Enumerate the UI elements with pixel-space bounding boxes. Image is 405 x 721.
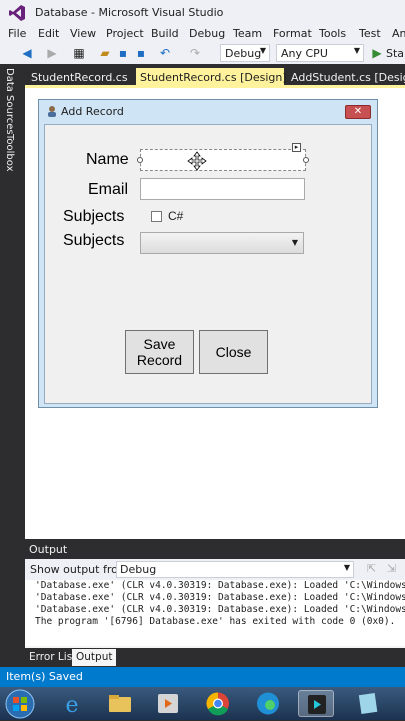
start-icon[interactable]: ▶ bbox=[370, 46, 384, 60]
output-toolbar: Show output from: Debug ▼ ⇱ ⇲ bbox=[25, 559, 405, 580]
data-sources-tab[interactable]: Data Sources bbox=[4, 68, 15, 135]
menu-file[interactable]: File bbox=[8, 27, 26, 40]
output-panel-title: Output bbox=[29, 543, 68, 556]
menu-bar: File Edit View Project Build Debug Team … bbox=[0, 26, 405, 42]
menu-format[interactable]: Format bbox=[273, 27, 312, 40]
save-all-icon[interactable]: ▪ bbox=[134, 46, 148, 60]
solution-config-value: Debug bbox=[225, 47, 262, 60]
windows-taskbar: e bbox=[0, 687, 405, 720]
menu-team[interactable]: Team bbox=[233, 27, 262, 40]
move-cursor-icon bbox=[187, 151, 207, 171]
tool-window-tabs: Error List Output bbox=[25, 648, 405, 667]
save-button-line1: Save bbox=[143, 336, 176, 352]
chevron-down-icon: ▼ bbox=[353, 46, 360, 55]
close-button-label: Close bbox=[215, 344, 252, 360]
redo-icon[interactable]: ↷ bbox=[188, 46, 202, 60]
toolbox-tab[interactable]: Toolbox bbox=[4, 134, 15, 172]
resize-handle-left[interactable] bbox=[137, 157, 143, 163]
subjects-label-1: Subjects bbox=[63, 208, 125, 225]
menu-view[interactable]: View bbox=[70, 27, 96, 40]
save-record-button[interactable]: Save Record bbox=[125, 330, 194, 374]
output-line: 'Database.exe' (CLR v4.0.30319: Database… bbox=[35, 592, 405, 603]
email-label: Email bbox=[88, 181, 129, 198]
media-player-icon[interactable] bbox=[150, 690, 186, 717]
output-panel-header: Output bbox=[25, 540, 405, 559]
windows-start-icon[interactable] bbox=[4, 688, 36, 720]
standard-toolbar: ◀ ▶ ▦ ▰ ▪ ▪ ↶ ↷ Debug ▼ Any CPU ▼ ▶ Star… bbox=[0, 42, 405, 64]
smart-tag-icon[interactable]: ▸ bbox=[292, 143, 301, 152]
title-bar: Database - Microsoft Visual Studio bbox=[0, 0, 405, 26]
menu-project[interactable]: Project bbox=[106, 27, 144, 40]
notepad-icon[interactable] bbox=[350, 690, 386, 717]
output-line: 'Database.exe' (CLR v4.0.30319: Database… bbox=[35, 604, 405, 615]
email-textbox[interactable] bbox=[140, 178, 305, 200]
save-icon[interactable]: ▪ bbox=[116, 46, 130, 60]
new-project-icon[interactable]: ▦ bbox=[72, 46, 86, 60]
resize-handle-right[interactable] bbox=[303, 157, 309, 163]
subjects-combobox[interactable]: ▼ bbox=[140, 232, 304, 254]
tab-label: Output bbox=[76, 651, 113, 663]
open-folder-icon[interactable]: ▰ bbox=[98, 46, 112, 60]
menu-edit[interactable]: Edit bbox=[38, 27, 59, 40]
menu-test[interactable]: Test bbox=[359, 27, 381, 40]
start-button-label[interactable]: Start bbox=[386, 47, 405, 60]
output-source-select[interactable]: Debug ▼ bbox=[116, 561, 354, 578]
close-icon: ✕ bbox=[353, 106, 363, 117]
edge-icon[interactable] bbox=[250, 690, 286, 717]
window-title: Database - Microsoft Visual Studio bbox=[35, 6, 224, 19]
tab-label: StudentRecord.cs [Design] bbox=[140, 71, 287, 84]
tab-label: Error List bbox=[29, 651, 77, 663]
close-button[interactable]: Close bbox=[199, 330, 268, 374]
visual-studio-logo-icon bbox=[9, 5, 25, 21]
csharp-checkbox[interactable] bbox=[151, 211, 162, 222]
status-text: Item(s) Saved bbox=[6, 670, 83, 683]
status-bar: Item(s) Saved bbox=[0, 667, 405, 687]
output-source-value: Debug bbox=[120, 563, 157, 576]
save-button-line2: Record bbox=[136, 352, 183, 368]
chevron-down-icon: ▼ bbox=[343, 563, 350, 572]
find-message-icon[interactable]: ⇱ bbox=[367, 562, 376, 575]
chevron-down-icon: ▼ bbox=[259, 46, 266, 55]
output-text-area[interactable]: 'Database.exe' (CLR v4.0.30319: Database… bbox=[25, 580, 405, 646]
menu-tools[interactable]: Tools bbox=[319, 27, 346, 40]
output-line: The program '[6796] Database.exe' has ex… bbox=[35, 616, 396, 627]
csharp-checkbox-label: C# bbox=[168, 209, 184, 223]
file-explorer-icon[interactable] bbox=[102, 690, 138, 717]
solution-config-select[interactable]: Debug ▼ bbox=[220, 44, 270, 62]
undo-icon[interactable]: ↶ bbox=[158, 46, 172, 60]
form-close-button[interactable]: ✕ bbox=[345, 105, 371, 119]
visual-studio-task-icon[interactable] bbox=[298, 690, 334, 717]
name-label: Name bbox=[86, 151, 129, 168]
form-icon bbox=[48, 106, 56, 117]
output-line: 'Database.exe' (CLR v4.0.30319: Database… bbox=[35, 580, 405, 591]
tab-label: AddStudent.cs [Design] bbox=[291, 71, 405, 84]
tab-output[interactable]: Output bbox=[72, 649, 117, 666]
chrome-icon[interactable] bbox=[200, 690, 236, 717]
platform-value: Any CPU bbox=[281, 47, 328, 60]
name-textbox[interactable] bbox=[140, 149, 306, 171]
internet-explorer-icon[interactable]: e bbox=[54, 690, 90, 718]
clear-all-icon[interactable]: ⇲ bbox=[387, 562, 396, 575]
menu-build[interactable]: Build bbox=[151, 27, 179, 40]
menu-debug[interactable]: Debug bbox=[189, 27, 225, 40]
menu-analyze[interactable]: An bbox=[392, 27, 405, 40]
back-icon[interactable]: ◀ bbox=[20, 46, 34, 60]
svg-text:e: e bbox=[65, 693, 78, 717]
platform-select[interactable]: Any CPU ▼ bbox=[276, 44, 364, 62]
subjects-label-2: Subjects bbox=[63, 232, 125, 249]
form-title: Add Record bbox=[61, 105, 124, 118]
chevron-down-icon: ▼ bbox=[291, 238, 298, 247]
tab-label: StudentRecord.cs bbox=[31, 71, 128, 84]
forward-icon[interactable]: ▶ bbox=[45, 46, 59, 60]
side-tool-strip: Data Sources Toolbox bbox=[0, 64, 25, 539]
